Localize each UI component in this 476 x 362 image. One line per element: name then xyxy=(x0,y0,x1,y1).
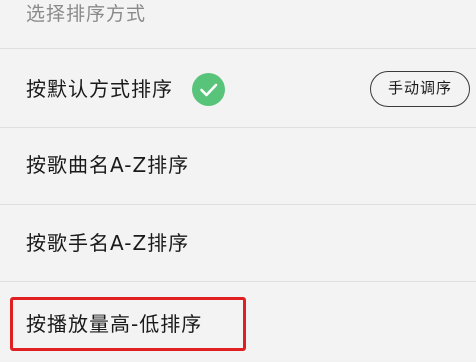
sort-option-label: 按歌曲名A-Z排序 xyxy=(26,153,190,177)
sort-option-label: 按歌手名A-Z排序 xyxy=(26,231,190,255)
sort-options-sheet: 选择排序方式 按默认方式排序 手动调序 按歌曲名A-Z排序 按歌手名A-Z排序 … xyxy=(0,0,476,356)
highlight-box xyxy=(10,297,246,351)
divider xyxy=(0,48,476,49)
sort-option-song-name[interactable]: 按歌曲名A-Z排序 xyxy=(0,127,476,203)
sheet-header: 选择排序方式 xyxy=(0,0,476,48)
check-circle-icon xyxy=(192,73,225,106)
sort-option-artist-name[interactable]: 按歌手名A-Z排序 xyxy=(0,205,476,281)
divider xyxy=(0,281,476,282)
sort-option-label: 按默认方式排序 xyxy=(26,77,173,101)
sheet-title: 选择排序方式 xyxy=(26,3,147,25)
manual-sort-button[interactable]: 手动调序 xyxy=(370,71,470,107)
